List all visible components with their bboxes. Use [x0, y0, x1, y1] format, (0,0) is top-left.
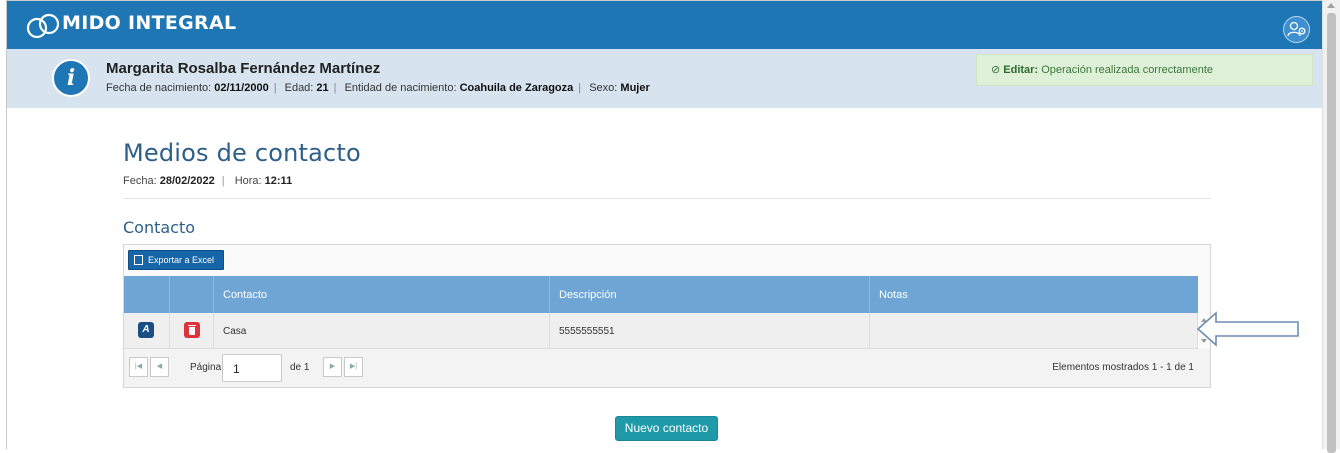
page-label: Página: [190, 362, 222, 373]
trash-icon[interactable]: [184, 322, 200, 338]
new-contact-button[interactable]: Nuevo contacto: [615, 416, 718, 441]
last-page-icon[interactable]: ▶|: [344, 357, 363, 377]
info-icon: i: [52, 59, 90, 97]
row-delete-cell: [170, 313, 214, 349]
toast-message: Operación realizada correctamente: [1041, 64, 1213, 76]
export-excel-button[interactable]: Exportar a Excel: [128, 250, 224, 270]
pager-info: Elementos mostrados 1 - 1 de 1: [1052, 362, 1194, 373]
toast-title: Editar:: [1003, 64, 1039, 76]
cell-notas: [870, 313, 1198, 349]
age-label: Edad:: [284, 82, 314, 94]
date-label: Fecha:: [123, 175, 157, 187]
patient-details: Fecha de nacimiento: 02/11/2000 | Edad: 2…: [106, 82, 650, 94]
patient-name: Margarita Rosalba Fernández Martínez: [106, 60, 381, 77]
section-title: Contacto: [123, 218, 196, 237]
user-settings-glyph: [1287, 21, 1306, 37]
date-value: 28/02/2022: [159, 175, 215, 187]
row-edit-cell: A: [124, 313, 170, 349]
section-divider: [123, 198, 1211, 199]
time-value: 12:11: [264, 175, 293, 187]
scroll-up-arrow-icon[interactable]: [1327, 3, 1335, 8]
header-descripcion[interactable]: Descripción: [550, 276, 870, 313]
grid-pager: |◀ ◀ Página 1 de 1 ▶ ▶| Elementos mostra…: [124, 349, 1210, 387]
time-label: Hora:: [234, 175, 262, 187]
birth-value: 02/11/2000: [214, 82, 269, 94]
user-settings-icon[interactable]: [1283, 16, 1310, 43]
header-edit-col: [124, 276, 170, 313]
success-toast: ⊘ Editar: Operación realizada correctame…: [976, 54, 1313, 86]
logo-icon: [26, 13, 60, 39]
sex-value: Mujer: [620, 82, 650, 94]
window-edge: [0, 0, 7, 449]
excel-icon: [134, 255, 143, 265]
table-row: A Casa 5555555551: [124, 313, 1198, 349]
page-title: Medios de contacto: [123, 139, 361, 167]
arrow-left-icon: [1196, 311, 1299, 347]
age-value: 21: [316, 82, 329, 94]
header-delete-col: [170, 276, 214, 313]
export-excel-label: Exportar a Excel: [148, 255, 215, 265]
header-notas[interactable]: Notas: [870, 276, 1198, 313]
sex-label: Sexo:: [589, 82, 618, 94]
entity-value: Coahuila de Zaragoza: [459, 82, 574, 94]
brand-name: MIDO INTEGRAL: [62, 12, 237, 34]
header-contacto[interactable]: Contacto: [214, 276, 550, 313]
contacts-grid: Exportar a Excel Contacto Descripción No…: [123, 244, 1211, 388]
birth-label: Fecha de nacimiento:: [106, 82, 212, 94]
page-dateline: Fecha: 28/02/2022 | Hora: 12:11: [123, 175, 293, 187]
next-page-icon[interactable]: ▶: [323, 357, 342, 377]
app-frame: MIDO INTEGRAL i Margarita Rosalba Fernán…: [0, 0, 1340, 453]
top-bar: MIDO INTEGRAL: [7, 0, 1322, 49]
page-scrollbar[interactable]: [1322, 0, 1340, 453]
page-input[interactable]: 1: [222, 354, 282, 382]
cell-contacto: Casa: [214, 313, 550, 349]
cell-descripcion: 5555555551: [550, 313, 870, 349]
page-of-label: de 1: [290, 362, 310, 373]
scroll-thumb[interactable]: [1327, 13, 1336, 453]
grid-header: Contacto Descripción Notas: [124, 276, 1198, 313]
first-page-icon[interactable]: |◀: [129, 357, 148, 377]
prev-page-icon[interactable]: ◀: [150, 357, 169, 377]
check-circle-icon: ⊘: [991, 64, 1001, 76]
edit-icon[interactable]: A: [138, 322, 154, 338]
entity-label: Entidad de nacimiento:: [344, 82, 457, 94]
